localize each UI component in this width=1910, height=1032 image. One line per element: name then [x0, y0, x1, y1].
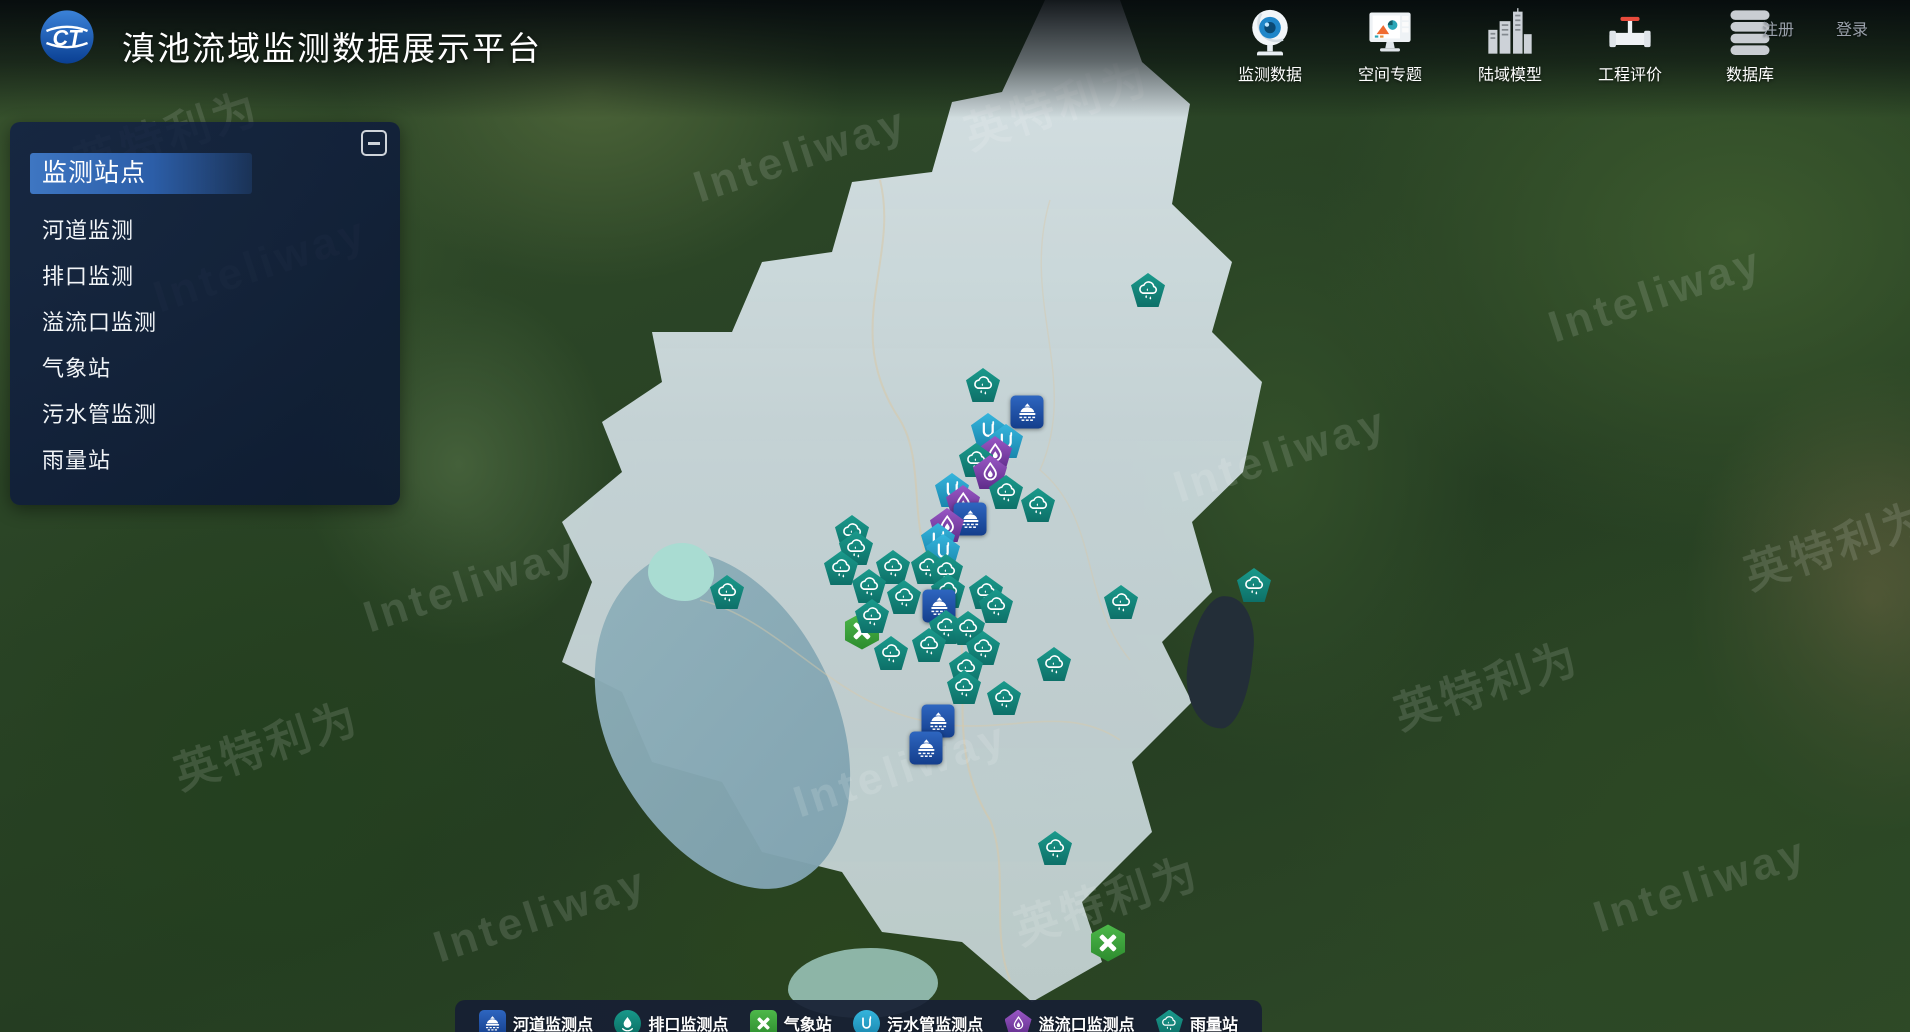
logo-text: CT	[53, 26, 84, 51]
legend-label: 雨量站	[1190, 1011, 1238, 1032]
nav-item-project-eval[interactable]: 工程评价	[1592, 6, 1668, 85]
sidebar-item-weather-station[interactable]: 气象站	[42, 346, 380, 392]
legend-label: 河道监测点	[513, 1011, 593, 1032]
sidebar-item-rain-gauge-station[interactable]: 雨量站	[42, 438, 380, 484]
legend-item-outlet-point[interactable]: 排口监测点	[614, 1010, 728, 1032]
panel-menu: 河道监测 排口监测 溢流口监测 气象站 污水管监测 雨量站	[42, 208, 380, 484]
login-link[interactable]: 登录	[1836, 16, 1868, 40]
nav-item-spatial-theme[interactable]: 空间专题	[1352, 6, 1428, 85]
sewage-pipe-point-icon	[853, 1010, 880, 1032]
legend-item-river-point[interactable]: 河道监测点	[479, 1010, 593, 1032]
sidebar-item-overflow-monitoring[interactable]: 溢流口监测	[42, 300, 380, 346]
nav-label: 监测数据	[1238, 61, 1302, 85]
legend-label: 排口监测点	[648, 1011, 728, 1032]
river-monitor-marker[interactable]	[1011, 396, 1044, 429]
monitoring-stations-panel: 监测站点 河道监测 排口监测 溢流口监测 气象站 污水管监测 雨量站	[10, 122, 400, 505]
buildings-icon	[1484, 6, 1536, 58]
sidebar-item-sewage-pipe-monitoring[interactable]: 污水管监测	[42, 392, 380, 438]
map-canvas[interactable]: Inteliway英特利为Inteliway英特利为Inteliway英特利为I…	[0, 0, 1910, 1032]
nav-label: 陆域模型	[1478, 61, 1542, 85]
legend-item-sewage-pipe-point[interactable]: 污水管监测点	[853, 1010, 983, 1032]
register-link[interactable]: 注册	[1762, 16, 1794, 40]
nav-item-monitor-data[interactable]: 监测数据	[1232, 6, 1308, 85]
legend-label: 气象站	[784, 1011, 832, 1032]
small-pond	[648, 543, 714, 601]
valve-icon	[1604, 6, 1656, 58]
sidebar-item-river-monitoring[interactable]: 河道监测	[42, 208, 380, 254]
nav-item-land-model[interactable]: 陆域模型	[1472, 6, 1548, 85]
weather-station-icon	[750, 1010, 777, 1032]
nav-label: 数据库	[1726, 61, 1774, 85]
river-monitor-marker[interactable]	[910, 732, 943, 765]
nav-label: 工程评价	[1598, 61, 1662, 85]
outlet-point-icon	[614, 1010, 641, 1032]
minimize-icon[interactable]	[361, 130, 387, 156]
river-point-icon	[479, 1010, 506, 1032]
map-legend: 河道监测点 排口监测点 气象站 污水管监测点 溢流口监测点 雨量站	[455, 1000, 1262, 1032]
legend-label: 污水管监测点	[887, 1011, 983, 1032]
sidebar-item-outlet-monitoring[interactable]: 排口监测	[42, 254, 380, 300]
nav-label: 空间专题	[1358, 61, 1422, 85]
panel-title-monitoring-stations[interactable]: 监测站点	[30, 153, 252, 194]
legend-item-rain-gauge[interactable]: 雨量站	[1156, 1010, 1238, 1032]
legend-label: 溢流口监测点	[1039, 1011, 1135, 1032]
rain-gauge-icon	[1156, 1010, 1183, 1032]
legend-item-overflow-point[interactable]: 溢流口监测点	[1005, 1010, 1135, 1032]
webcam-icon	[1244, 6, 1296, 58]
auth-links: 注册 登录	[1762, 16, 1868, 40]
page-title: 滇池流域监测数据展示平台	[122, 22, 542, 70]
legend-item-weather-station[interactable]: 气象站	[750, 1010, 832, 1032]
monitor-icon	[1364, 6, 1416, 58]
company-logo: CT	[38, 8, 96, 66]
overflow-point-icon	[1005, 1010, 1032, 1032]
top-nav: 监测数据 空间专题	[1232, 6, 1788, 85]
